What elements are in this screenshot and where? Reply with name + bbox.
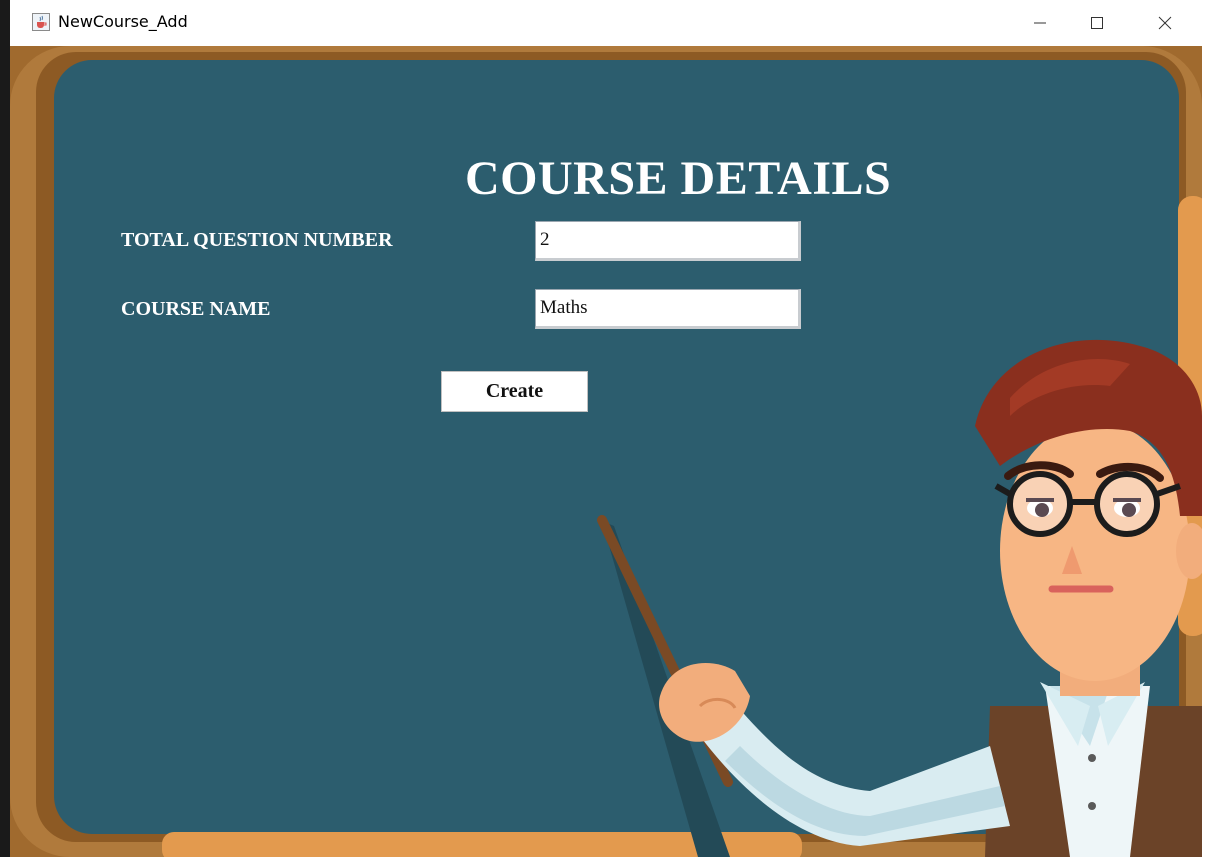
content-panel: COURSE DETAILS TOTAL QUESTION NUMBER COU… xyxy=(10,46,1202,857)
maximize-icon xyxy=(1091,17,1103,29)
window-edge xyxy=(0,0,10,857)
total-question-number-label: TOTAL QUESTION NUMBER xyxy=(121,229,393,251)
java-cup-icon xyxy=(32,13,50,31)
create-button[interactable]: Create xyxy=(441,371,588,412)
minimize-icon xyxy=(1034,22,1046,24)
minimize-button[interactable] xyxy=(1009,0,1071,46)
title-bar[interactable]: NewCourse_Add xyxy=(10,0,1202,46)
page-title: COURSE DETAILS xyxy=(465,152,892,205)
total-question-number-input[interactable] xyxy=(535,221,801,261)
course-name-label: COURSE NAME xyxy=(121,298,271,320)
maximize-button[interactable] xyxy=(1066,0,1128,46)
window-title: NewCourse_Add xyxy=(58,12,188,31)
course-name-input[interactable] xyxy=(535,289,801,329)
close-icon xyxy=(1158,16,1172,30)
close-button[interactable] xyxy=(1134,0,1196,46)
